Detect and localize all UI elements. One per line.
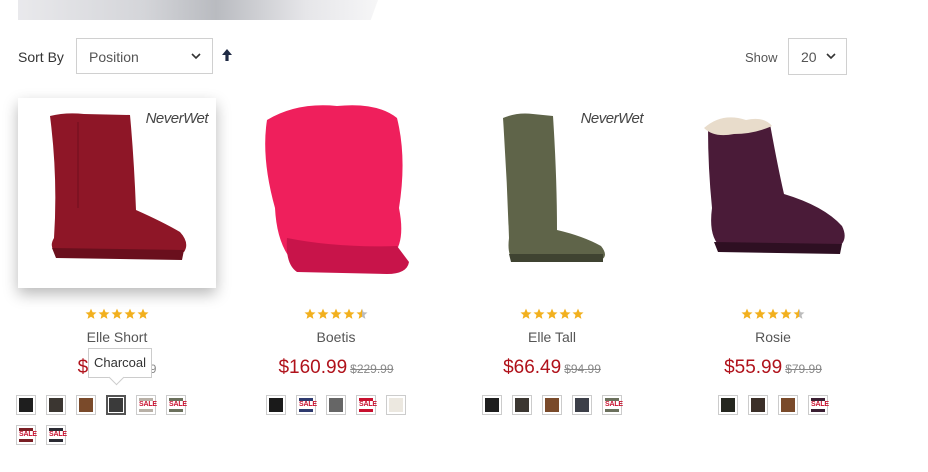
color-swatch[interactable]: SALE: [602, 395, 623, 415]
sort-select[interactable]: Position: [76, 38, 213, 74]
sort-select-value: Position: [89, 49, 139, 65]
chevron-down-icon: [191, 53, 201, 60]
star-icon: [546, 307, 558, 319]
limit-select[interactable]: 20: [788, 38, 847, 75]
product-image[interactable]: NeverWet: [18, 98, 216, 288]
star-icon: [741, 307, 753, 319]
boot-image: [265, 105, 409, 274]
star-icon: [98, 307, 110, 319]
sale-label: SALE: [811, 401, 829, 408]
price-old: $94.99: [564, 362, 601, 376]
color-swatch[interactable]: SALE: [808, 395, 829, 415]
color-swatch[interactable]: SALE: [136, 395, 157, 415]
product-image[interactable]: NeverWet: [453, 98, 651, 288]
product-name[interactable]: Elle Short: [18, 329, 216, 345]
star-icon: [317, 307, 329, 319]
show-label: Show: [745, 50, 778, 65]
color-swatch[interactable]: SALE: [46, 425, 67, 445]
sort-by-label: Sort By: [18, 49, 64, 65]
limit-select-value: 20: [801, 49, 817, 65]
sale-label: SALE: [139, 401, 157, 408]
color-swatch[interactable]: [266, 395, 286, 415]
color-swatch[interactable]: [572, 395, 592, 415]
sale-label: SALE: [49, 431, 67, 438]
product-name[interactable]: Elle Tall: [453, 329, 651, 345]
price-current: $55.99: [724, 357, 783, 378]
product-price: $55.99 $79.99: [674, 357, 872, 379]
star-icon: [343, 307, 355, 319]
star-rating: [674, 307, 872, 321]
star-rating: [453, 307, 651, 321]
star-icon: [533, 307, 545, 319]
color-swatch[interactable]: [718, 395, 738, 415]
color-swatch[interactable]: SALE: [166, 395, 187, 415]
product-image[interactable]: [674, 98, 872, 288]
color-swatch[interactable]: [386, 395, 406, 415]
color-swatch[interactable]: [542, 395, 562, 415]
category-banner: [18, 0, 378, 20]
color-swatch[interactable]: [512, 395, 532, 415]
color-swatch[interactable]: [106, 395, 126, 415]
product-price: $160.99 $229.99: [237, 357, 435, 379]
product-name[interactable]: Rosie: [674, 329, 872, 345]
star-icon: [559, 307, 571, 319]
star-icon: [767, 307, 779, 319]
sale-label: SALE: [19, 431, 37, 438]
price-old: $79.99: [785, 362, 822, 376]
color-swatch[interactable]: [76, 395, 96, 415]
sale-label: SALE: [169, 401, 187, 408]
color-swatch[interactable]: [326, 395, 346, 415]
brand-badge: NeverWet: [580, 110, 644, 127]
star-icon: [137, 307, 149, 319]
star-icon: [572, 307, 584, 319]
color-swatch[interactable]: [16, 395, 36, 415]
star-icon: [754, 307, 766, 319]
star-icon: [793, 307, 805, 319]
arrow-up-icon[interactable]: [221, 48, 233, 62]
product-image[interactable]: [237, 98, 435, 288]
star-icon: [111, 307, 123, 319]
color-swatch[interactable]: SALE: [356, 395, 377, 415]
price-current: $160.99: [278, 357, 348, 378]
chevron-down-icon: [826, 53, 836, 60]
product-price: $66.49 $94.99: [453, 357, 651, 379]
boot-image: [704, 117, 845, 254]
star-icon: [780, 307, 792, 319]
color-swatch[interactable]: [748, 395, 768, 415]
sale-label: SALE: [359, 401, 377, 408]
color-swatch[interactable]: [482, 395, 502, 415]
star-icon: [356, 307, 368, 319]
color-swatch[interactable]: [778, 395, 798, 415]
star-icon: [124, 307, 136, 319]
color-swatch[interactable]: SALE: [16, 425, 37, 445]
star-rating: [18, 307, 216, 321]
brand-badge: NeverWet: [145, 110, 209, 127]
price-old: $229.99: [350, 362, 394, 376]
star-icon: [520, 307, 532, 319]
price-current: $66.49: [503, 357, 562, 378]
star-icon: [330, 307, 342, 319]
color-swatch[interactable]: SALE: [296, 395, 317, 415]
star-icon: [304, 307, 316, 319]
product-name[interactable]: Boetis: [237, 329, 435, 345]
color-swatch[interactable]: [46, 395, 66, 415]
swatch-tooltip: Charcoal: [88, 348, 152, 378]
sale-label: SALE: [605, 401, 623, 408]
sale-label: SALE: [299, 401, 317, 408]
star-icon: [85, 307, 97, 319]
star-rating: [237, 307, 435, 321]
